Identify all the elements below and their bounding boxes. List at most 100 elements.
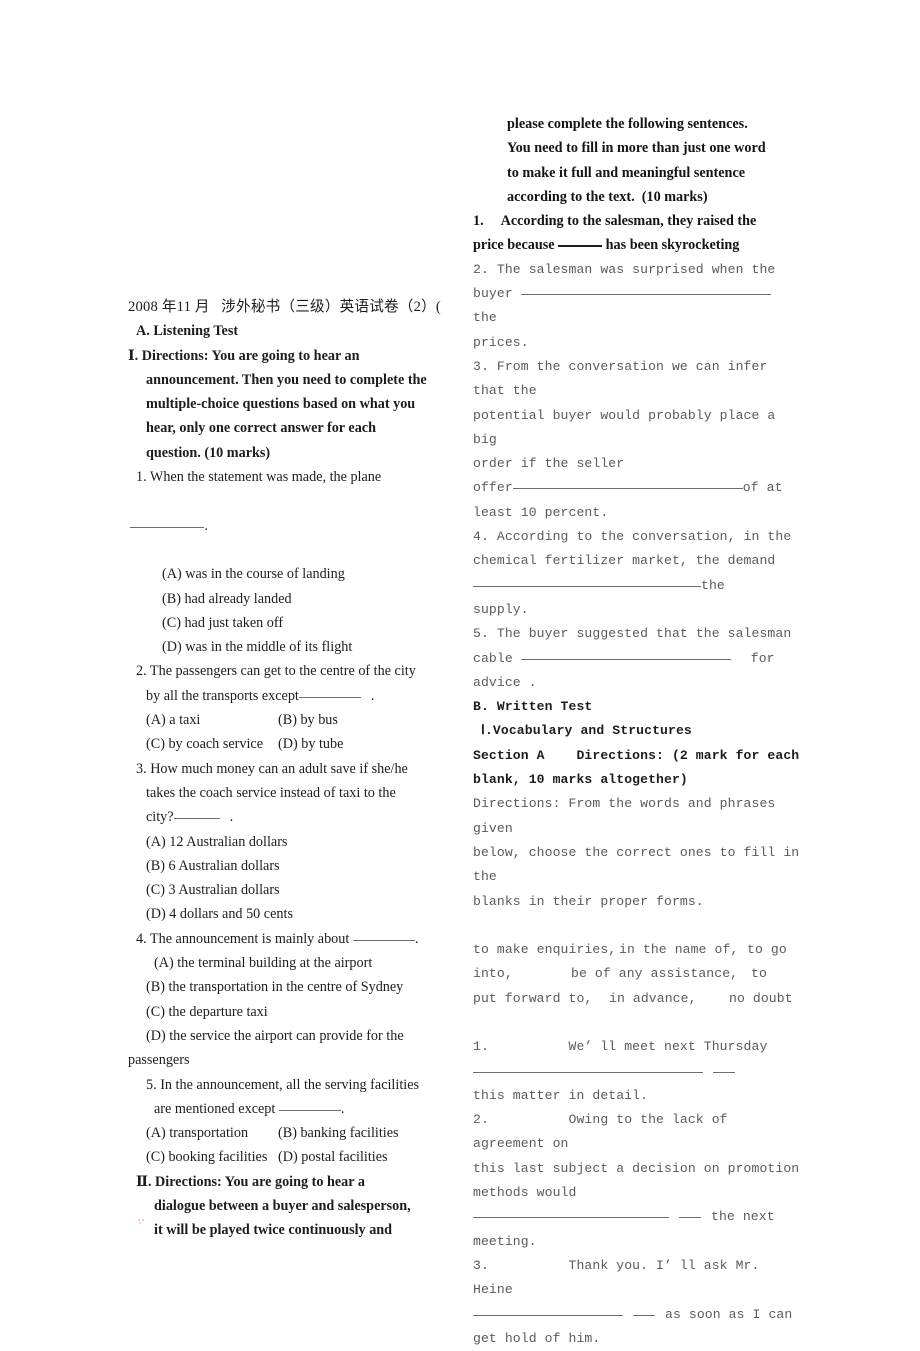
- answer-blank[interactable]: [473, 1314, 623, 1316]
- answer-blank[interactable]: [558, 245, 603, 248]
- item-line: cable for: [473, 647, 803, 671]
- question-stem-cont: are mentioned except .: [128, 1097, 458, 1121]
- directions-line: please complete the following sentences.: [507, 116, 748, 132]
- question-stem: 1. When the statement was made, the plan…: [136, 469, 382, 486]
- directions-line: Ⅰ. Directions: You are going to hear an: [128, 347, 360, 364]
- option-c[interactable]: (C) by coach service: [146, 732, 278, 756]
- option-c[interactable]: (C) had just taken off: [128, 611, 458, 635]
- option-b[interactable]: (B) by bus: [278, 708, 458, 732]
- answer-blank[interactable]: [298, 696, 361, 698]
- option-a[interactable]: (A) transportation: [146, 1121, 278, 1145]
- option-d[interactable]: (D) by tube: [278, 732, 458, 756]
- option-a[interactable]: (A) a taxi: [146, 708, 278, 732]
- stem-text: by all the transports except: [146, 687, 299, 704]
- item-line: supply.: [473, 601, 529, 617]
- question-stem: 3. How much money can an adult save if s…: [136, 760, 408, 777]
- item-line: 3. From the conversation we can infer th…: [473, 358, 776, 399]
- exercise-line: 1. We’ ll meet next Thursday: [473, 1039, 768, 1055]
- item-text: has been skyrocketing: [602, 237, 740, 254]
- option-row: (A) a taxi (B) by bus: [128, 708, 458, 732]
- option-b[interactable]: (B) banking facilities: [278, 1121, 458, 1145]
- answer-blank[interactable]: [473, 1071, 703, 1073]
- question-stem-cont: city?.: [128, 805, 458, 829]
- vocabulary-heading: Ⅰ.Vocabulary and Structures: [481, 723, 692, 739]
- directions-line: it will be played twice continuously and: [154, 1222, 393, 1239]
- stem-text: city?: [146, 809, 174, 826]
- question-stem: 5. In the announcement, all the serving …: [146, 1076, 420, 1093]
- option-b[interactable]: (B) had already landed: [128, 587, 458, 611]
- item-text: price because: [473, 237, 559, 254]
- section-a-directions: Section A Directions: (2 mark for each: [473, 747, 800, 763]
- option-d[interactable]: (D) the service the airport can provide …: [128, 1024, 458, 1048]
- answer-blank[interactable]: [520, 658, 731, 660]
- word-bank-item[interactable]: into,: [473, 962, 571, 986]
- word-bank-item[interactable]: put forward to,: [473, 987, 609, 1011]
- option-c[interactable]: (C) 3 Australian dollars: [128, 878, 458, 902]
- item-line: potential buyer would probably place a b…: [473, 407, 784, 447]
- option-a[interactable]: (A) 12 Australian dollars: [128, 830, 458, 854]
- option-b[interactable]: (B) 6 Australian dollars: [128, 854, 458, 878]
- exercise-blank-line: as soon as I can: [473, 1303, 803, 1327]
- option-d[interactable]: (D) postal facilities: [278, 1145, 458, 1169]
- option-d[interactable]: (D) 4 dollars and 50 cents: [128, 902, 458, 926]
- answer-blank-short[interactable]: [713, 1071, 735, 1073]
- answer-blank[interactable]: [352, 939, 415, 941]
- blank-tail: .: [340, 1100, 345, 1117]
- item-line: chemical fertilizer market, the demand: [473, 553, 776, 569]
- exercise-blank-line: [473, 1060, 803, 1084]
- exercise-2: 2. Owing to the lack of agreement on thi…: [473, 1108, 803, 1254]
- option-a[interactable]: (A) was in the course of landing: [128, 562, 458, 586]
- section-a-instructions: Directions: From the words and phrases g…: [473, 792, 803, 913]
- item-line: the: [473, 574, 803, 598]
- part-one-directions: Ⅰ. Directions: You are going to hear an …: [128, 344, 458, 465]
- exercise-text: as soon as I can: [665, 1306, 793, 1322]
- exercise-text: the next: [711, 1209, 775, 1225]
- answer-blank-short[interactable]: [679, 1217, 701, 1219]
- word-bank-row: to make enquiries, in the name of, to go: [473, 938, 803, 962]
- item-text: the: [701, 577, 725, 593]
- answer-blank[interactable]: [130, 526, 205, 528]
- item-line: 1. According to the salesman, they raise…: [473, 213, 757, 230]
- word-bank-item[interactable]: be of any assistance,: [571, 962, 751, 986]
- word-bank-item[interactable]: in advance,: [609, 987, 729, 1011]
- exercise-line: this last subject a decision on promotio…: [473, 1160, 800, 1176]
- directions-continued: please complete the following sentences.…: [473, 112, 803, 209]
- item-text: cable: [473, 650, 521, 666]
- word-bank-item[interactable]: to go: [747, 938, 787, 962]
- word-bank: to make enquiries, in the name of, to go…: [473, 938, 803, 1011]
- directions-line: blanks in their proper forms.: [473, 893, 704, 909]
- option-d[interactable]: (D) was in the middle of its flight: [128, 635, 458, 659]
- word-bank-row: into, be of any assistance, to: [473, 962, 803, 986]
- directions-line: according to the text. (10 marks): [507, 188, 708, 205]
- word-bank-item[interactable]: to: [751, 962, 767, 986]
- word-bank-item[interactable]: to make enquiries,: [473, 938, 619, 962]
- directions-line: You need to fill in more than just one w…: [507, 140, 766, 157]
- answer-blank[interactable]: [473, 1217, 669, 1219]
- answer-blank-short[interactable]: [633, 1314, 655, 1316]
- answer-blank[interactable]: [473, 585, 701, 587]
- word-bank-row: put forward to, in advance, no doubt: [473, 987, 803, 1011]
- stem-text: 4. The announcement is mainly about: [136, 930, 353, 947]
- answer-blank[interactable]: [520, 294, 771, 296]
- question-blank-line: .: [102, 489, 458, 562]
- question-3: 3. How much money can an adult save if s…: [128, 757, 458, 927]
- directions-line: Ⅱ. Directions: You are going to hear a: [136, 1173, 365, 1190]
- directions-line: to make it full and meaningful sentence: [507, 164, 746, 181]
- exercise-blank-line: the next: [473, 1205, 803, 1229]
- answer-blank[interactable]: [278, 1109, 341, 1111]
- option-c[interactable]: (C) booking facilities: [146, 1145, 278, 1169]
- exercise-line: get hold of him.: [473, 1330, 601, 1346]
- item-line: 4. According to the conversation, in the: [473, 529, 792, 545]
- option-b[interactable]: (B) the transportation in the centre of …: [128, 975, 458, 999]
- option-c[interactable]: (C) the departure taxi: [128, 1000, 458, 1024]
- answer-blank[interactable]: [173, 818, 220, 820]
- word-bank-item[interactable]: no doubt: [729, 987, 793, 1011]
- listening-item-2: 2. The salesman was surprised when the b…: [473, 258, 803, 355]
- answer-blank[interactable]: [512, 488, 743, 490]
- exercise-line: 2. Owing to the lack of agreement on: [473, 1112, 736, 1152]
- word-bank-item[interactable]: in the name of,: [619, 938, 747, 962]
- blank-tail: .: [204, 517, 208, 534]
- blank-tail: .: [370, 687, 375, 704]
- item-line: order if the seller: [473, 456, 625, 472]
- option-a[interactable]: (A) the terminal building at the airport: [128, 951, 458, 975]
